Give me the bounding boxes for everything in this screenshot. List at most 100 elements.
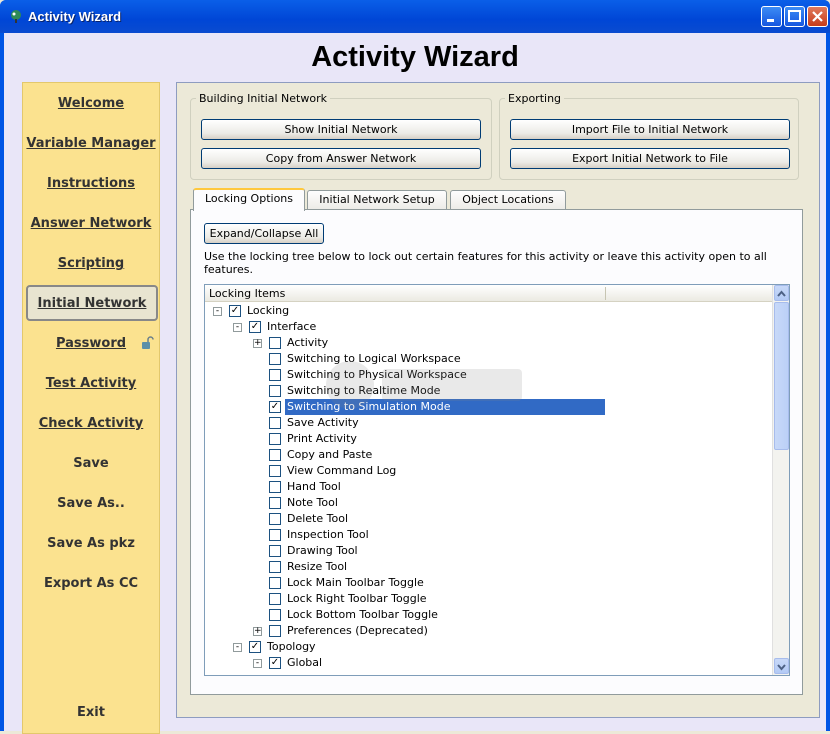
sidebar-item-label: Initial Network: [37, 296, 147, 311]
sidebar-item-label: Variable Manager: [26, 136, 156, 151]
sidebar-item-label: Scripting: [57, 256, 125, 271]
tree-row[interactable]: Lock Bottom Toolbar Toggle: [205, 607, 773, 623]
tree-checkbox[interactable]: [269, 593, 281, 605]
sidebar-item-welcome[interactable]: Welcome: [23, 89, 159, 119]
collapse-icon[interactable]: -: [233, 323, 242, 332]
tree-row[interactable]: - ✓ Topology: [205, 639, 773, 655]
tree-item-label: Save Activity: [287, 416, 359, 429]
scroll-up-button[interactable]: [774, 285, 789, 301]
tree-checkbox[interactable]: ✓: [229, 305, 241, 317]
window-title: Activity Wizard: [28, 9, 122, 24]
tree-checkbox[interactable]: [269, 481, 281, 493]
tree-row[interactable]: - ✓ Locking: [205, 303, 773, 319]
scroll-down-button[interactable]: [774, 658, 789, 674]
sidebar-item-save-as[interactable]: Save As..: [23, 489, 159, 519]
tree-row[interactable]: - ✓ Interface: [205, 319, 773, 335]
sidebar-item-variable-manager[interactable]: Variable Manager: [23, 129, 159, 159]
close-button[interactable]: [807, 6, 828, 27]
sidebar-item-label: Save: [73, 456, 109, 471]
main-panel: Building Initial Network Show Initial Ne…: [176, 82, 820, 718]
tree-item-label: Interface: [267, 320, 317, 333]
tree-row[interactable]: ✓ Switching to Simulation Mode: [205, 399, 773, 415]
tree-checkbox[interactable]: ✓: [269, 401, 281, 413]
minimize-button[interactable]: [761, 6, 782, 27]
show-initial-network-button[interactable]: Show Initial Network: [201, 119, 481, 140]
expand-icon[interactable]: +: [253, 627, 262, 636]
tree-row[interactable]: - ✓ Global: [205, 655, 773, 671]
tree-row[interactable]: Switching to Physical Workspace: [205, 367, 773, 383]
sidebar-item-save[interactable]: Save: [23, 449, 159, 479]
tree-checkbox[interactable]: [269, 417, 281, 429]
tree-checkbox[interactable]: [269, 369, 281, 381]
tree-checkbox[interactable]: [269, 385, 281, 397]
tree-checkbox[interactable]: ✓: [249, 641, 261, 653]
collapse-icon[interactable]: -: [213, 307, 222, 316]
tree-checkbox[interactable]: [269, 497, 281, 509]
tree-column-header[interactable]: Locking Items: [205, 285, 773, 302]
tree-row[interactable]: Lock Main Toolbar Toggle: [205, 575, 773, 591]
sidebar-item-answer-network[interactable]: Answer Network: [23, 209, 159, 239]
tree-checkbox[interactable]: [269, 465, 281, 477]
sidebar-item-check-activity[interactable]: Check Activity: [23, 409, 159, 439]
tab-initial-network-setup[interactable]: Initial Network Setup: [307, 190, 447, 210]
tree-item-label: Preferences (Deprecated): [287, 624, 428, 637]
expand-icon[interactable]: +: [253, 339, 262, 348]
sidebar-item-export-as-cc[interactable]: Export As CC: [23, 569, 159, 599]
tree-row[interactable]: Drawing Tool: [205, 543, 773, 559]
tree-row[interactable]: Switching to Realtime Mode: [205, 383, 773, 399]
locking-tree[interactable]: Locking Items - ✓ Locking - ✓ Interface + Activ…: [204, 284, 790, 676]
tree-checkbox[interactable]: [269, 577, 281, 589]
tree-item-label: Locking: [247, 304, 290, 317]
tree-checkbox[interactable]: [269, 513, 281, 525]
sidebar-item-instructions[interactable]: Instructions: [23, 169, 159, 199]
collapse-icon[interactable]: -: [253, 659, 262, 668]
close-icon: [812, 11, 823, 22]
scroll-thumb[interactable]: [774, 302, 789, 450]
copy-from-answer-button[interactable]: Copy from Answer Network: [201, 148, 481, 169]
tree-row[interactable]: Copy and Paste: [205, 447, 773, 463]
tree-checkbox[interactable]: [269, 353, 281, 365]
tree-item-label: Switching to Physical Workspace: [287, 368, 467, 381]
tab-locking-options[interactable]: Locking Options: [193, 188, 305, 211]
tree-row[interactable]: Inspection Tool: [205, 527, 773, 543]
sidebar-item-initial-network[interactable]: Initial Network: [26, 285, 158, 321]
tree-row[interactable]: + Preferences (Deprecated): [205, 623, 773, 639]
maximize-button[interactable]: [784, 6, 805, 27]
tree-row[interactable]: Lock Right Toolbar Toggle: [205, 591, 773, 607]
collapse-icon[interactable]: -: [233, 643, 242, 652]
tree-row[interactable]: Resize Tool: [205, 559, 773, 575]
tab-object-locations[interactable]: Object Locations: [450, 190, 566, 210]
column-divider[interactable]: [605, 287, 606, 300]
tree-checkbox[interactable]: [269, 545, 281, 557]
title-bar[interactable]: Activity Wizard: [0, 0, 830, 33]
tree-item-label: Resize Tool: [287, 560, 348, 573]
tree-checkbox[interactable]: [269, 609, 281, 621]
sidebar-item-save-as-pkz[interactable]: Save As pkz: [23, 529, 159, 559]
tree-checkbox[interactable]: [269, 625, 281, 637]
vertical-scrollbar[interactable]: [772, 285, 789, 675]
tree-row[interactable]: Switching to Logical Workspace: [205, 351, 773, 367]
locking-tab-panel: Expand/Collapse All Use the locking tree…: [190, 209, 803, 695]
sidebar-item-password[interactable]: Password: [23, 329, 159, 359]
tree-row[interactable]: Save Activity: [205, 415, 773, 431]
sidebar-item-scripting[interactable]: Scripting: [23, 249, 159, 279]
tree-checkbox[interactable]: [269, 433, 281, 445]
tree-row[interactable]: Delete Tool: [205, 511, 773, 527]
tree-row[interactable]: + Activity: [205, 335, 773, 351]
export-network-button[interactable]: Export Initial Network to File: [510, 148, 790, 169]
tree-row[interactable]: View Command Log: [205, 463, 773, 479]
tree-checkbox[interactable]: [269, 449, 281, 461]
tree-checkbox[interactable]: ✓: [249, 321, 261, 333]
sidebar-item-label: Check Activity: [38, 416, 144, 431]
tree-checkbox[interactable]: [269, 561, 281, 573]
tree-row[interactable]: Hand Tool: [205, 479, 773, 495]
tree-row[interactable]: Print Activity: [205, 431, 773, 447]
expand-collapse-button[interactable]: Expand/Collapse All: [204, 223, 324, 244]
tree-row[interactable]: Note Tool: [205, 495, 773, 511]
sidebar-item-exit[interactable]: Exit: [23, 698, 159, 728]
tree-checkbox[interactable]: [269, 337, 281, 349]
sidebar-item-test-activity[interactable]: Test Activity: [23, 369, 159, 399]
tree-checkbox[interactable]: [269, 529, 281, 541]
import-file-button[interactable]: Import File to Initial Network: [510, 119, 790, 140]
tree-checkbox[interactable]: ✓: [269, 657, 281, 669]
